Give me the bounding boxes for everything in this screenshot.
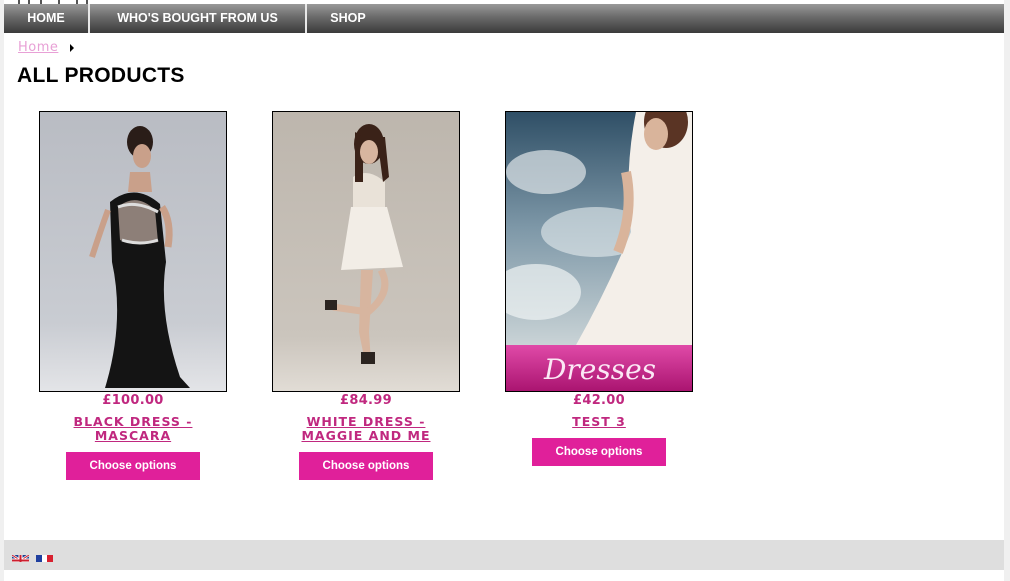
footer bbox=[4, 540, 1004, 570]
choose-options-button[interactable]: Choose options bbox=[532, 438, 666, 466]
choose-options-button[interactable]: Choose options bbox=[66, 452, 200, 480]
product-price: £100.00 bbox=[102, 393, 164, 408]
product-image[interactable] bbox=[272, 111, 460, 392]
page-title: ALL PRODUCTS bbox=[17, 64, 185, 87]
product-card: £100.00 BLACK DRESS - MASCARA Choose opt… bbox=[39, 111, 227, 480]
product-name-link[interactable]: BLACK DRESS - MASCARA bbox=[48, 415, 218, 443]
choose-options-button[interactable]: Choose options bbox=[299, 452, 433, 480]
product-price: £42.00 bbox=[573, 393, 625, 408]
product-image[interactable]: Dresses bbox=[505, 111, 693, 392]
french-flag-icon[interactable] bbox=[36, 551, 53, 562]
nav-shop[interactable]: SHOP bbox=[307, 4, 389, 33]
product-card: £84.99 WHITE DRESS - MAGGIE AND ME Choos… bbox=[272, 111, 460, 480]
dresses-banner-text: Dresses bbox=[543, 353, 656, 386]
page-container: HOME WHO'S BOUGHT FROM US SHOP Home ALL … bbox=[4, 0, 1004, 581]
nav-home[interactable]: HOME bbox=[4, 4, 88, 33]
product-name-link[interactable]: WHITE DRESS - MAGGIE AND ME bbox=[281, 415, 451, 443]
product-image[interactable] bbox=[39, 111, 227, 392]
main-nav: HOME WHO'S BOUGHT FROM US SHOP bbox=[4, 4, 1004, 33]
uk-flag-icon[interactable] bbox=[12, 551, 29, 562]
breadcrumb-home-link[interactable]: Home bbox=[18, 40, 58, 55]
nav-whos-bought-from-us[interactable]: WHO'S BOUGHT FROM US bbox=[90, 4, 305, 33]
product-name-link[interactable]: TEST 3 bbox=[514, 415, 684, 429]
breadcrumb-arrow-icon bbox=[70, 43, 75, 52]
product-card: Dresses £42.00 TEST 3 Choose options bbox=[505, 111, 693, 466]
product-price: £84.99 bbox=[340, 393, 392, 408]
breadcrumb: Home bbox=[18, 40, 75, 55]
